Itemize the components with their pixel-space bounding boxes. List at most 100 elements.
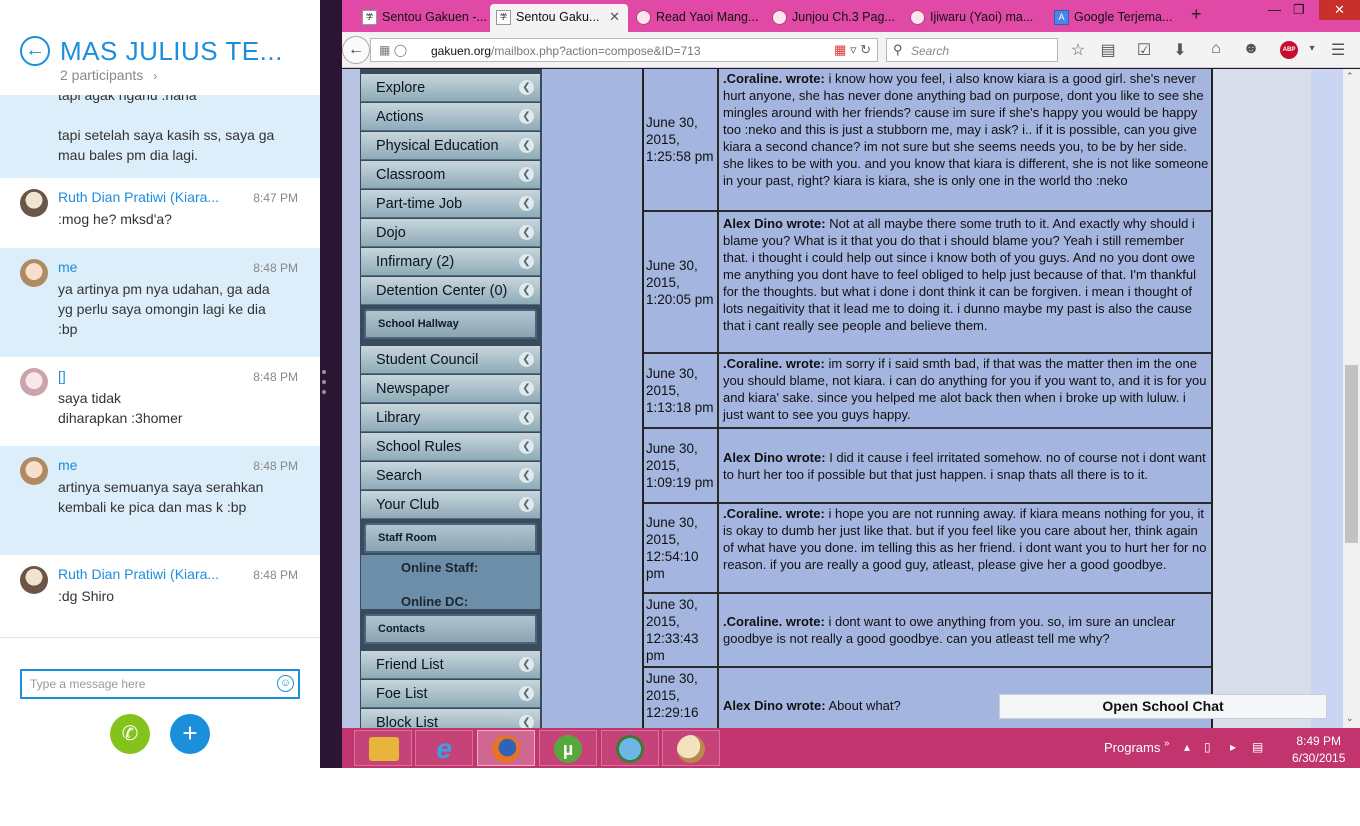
taskbar-paint[interactable] (662, 730, 720, 766)
browser-tab[interactable]: Ijiwaru (Yaoi) ma... (904, 4, 1046, 32)
add-button[interactable]: + (170, 714, 210, 754)
scroll-up-icon[interactable]: ⌃ (1346, 71, 1354, 82)
action-center-icon[interactable]: ▯ (1204, 740, 1211, 754)
menu-search[interactable]: Search ❮ (361, 462, 540, 490)
browser-tab[interactable]: Read Yaoi Mang... (630, 4, 764, 32)
minimize-icon[interactable]: — (1268, 2, 1281, 17)
menu-library[interactable]: Library ❮ (361, 404, 540, 432)
programs-toolbar[interactable]: Programs » (1104, 738, 1170, 755)
taskbar-firefox[interactable] (477, 730, 535, 766)
taskbar-internet-explorer[interactable]: e (415, 730, 473, 766)
menu-physical-education[interactable]: Physical Education ❮ (361, 132, 540, 160)
conversation-title[interactable]: MAS JULIUS TE... (60, 36, 283, 67)
chat-icon[interactable]: ☻ (1241, 40, 1261, 58)
mail-author[interactable]: Alex Dino wrote: (723, 698, 826, 713)
menu-explore[interactable]: Explore ❮ (361, 74, 540, 102)
identity-icons[interactable]: ▦ ◯ (379, 43, 407, 57)
pocket-icon[interactable]: ☑ (1134, 40, 1154, 60)
message-time: 8:48 PM (253, 568, 298, 582)
new-tab-icon[interactable]: + (1191, 4, 1202, 25)
message-line: :dg Shiro (58, 588, 115, 604)
mail-author[interactable]: Alex Dino wrote: (723, 450, 826, 465)
message-item: me 8:48 PM ya artinya pm nya udahan, ga … (0, 248, 320, 357)
adblock-icon[interactable]: ABP (1280, 41, 1298, 59)
taskbar-utorrent[interactable]: µ (539, 730, 597, 766)
bookmarks-menu-icon[interactable]: ▤ (1098, 40, 1118, 60)
chevron-left-icon: ❮ (519, 109, 534, 124)
home-icon[interactable]: ⌂ (1206, 40, 1226, 58)
network-icon[interactable]: ▤ (1252, 740, 1263, 754)
close-tab-icon[interactable]: ✕ (609, 9, 620, 25)
scroll-down-icon[interactable]: ⌄ (1346, 713, 1354, 724)
search-bar[interactable]: ⚲ Search (886, 38, 1058, 62)
back-icon[interactable]: ← (342, 36, 370, 64)
taskbar-network-app[interactable] (601, 730, 659, 766)
menu-hamburger-icon[interactable]: ☰ (1328, 40, 1348, 60)
menu-student-council[interactable]: Student Council ❮ (361, 346, 540, 374)
menu-foe-list[interactable]: Foe List ❮ (361, 680, 540, 708)
close-window-icon[interactable]: ✕ (1319, 0, 1360, 20)
menu-classroom[interactable]: Classroom ❮ (361, 161, 540, 189)
system-clock[interactable]: 8:49 PM 6/30/2015 (1292, 733, 1345, 767)
browser-tab-active[interactable]: 学 Sentou Gaku... ✕ (490, 4, 628, 32)
avatar[interactable] (20, 566, 48, 594)
message-line (58, 105, 288, 125)
menu-part-time-job[interactable]: Part-time Job ❮ (361, 190, 540, 218)
avatar[interactable] (20, 368, 48, 396)
mail-author[interactable]: .Coraline. wrote: (723, 356, 825, 371)
open-school-chat-button[interactable]: Open School Chat (999, 694, 1327, 719)
scrollbar-thumb[interactable] (1345, 365, 1358, 543)
chevron-left-icon: ❮ (519, 686, 534, 701)
menu-your-club[interactable]: Your Club ❮ (361, 491, 540, 519)
menu-newspaper[interactable]: Newspaper ❮ (361, 375, 540, 403)
menu-infirmary[interactable]: Infirmary (2) ❮ (361, 248, 540, 276)
volume-icon[interactable]: ▸ (1230, 740, 1236, 754)
mail-body: .Coraline. wrote: im sorry if i said smt… (721, 354, 1211, 427)
page-scrollbar[interactable]: ⌃ ⌄ (1343, 69, 1360, 728)
mail-author[interactable]: Alex Dino wrote: (723, 216, 826, 231)
emoticon-icon[interactable]: ☺ (277, 675, 294, 692)
bookmark-star-icon[interactable]: ☆ (1068, 40, 1088, 60)
url-bar[interactable]: ▦ ◯ gakuen.org/mailbox.php?action=compos… (370, 38, 878, 62)
section-contacts[interactable]: Contacts (364, 614, 537, 644)
participants-link[interactable]: 2 participants › (60, 67, 157, 83)
message-item: Ruth Dian Pratiwi (Kiara... 8:47 PM :mog… (0, 178, 320, 248)
menu-label: Library (376, 410, 421, 426)
addon-icon: ▦ (834, 42, 847, 57)
section-staff-room[interactable]: Staff Room (364, 523, 537, 553)
message-line: tapi setelah saya kasih ss, saya ga mau … (58, 127, 275, 163)
back-arrow-icon[interactable]: ← (20, 36, 50, 66)
menu-actions[interactable]: Actions ❮ (361, 103, 540, 131)
mail-body: Alex Dino wrote: I did it cause i feel i… (721, 429, 1211, 502)
mail-body: .Coraline. wrote: i know how you feel, i… (721, 69, 1211, 210)
downloads-icon[interactable]: ⬇ (1170, 40, 1190, 60)
pane-splitter-handle[interactable] (322, 370, 328, 400)
game-sidebar: Explore ❮ Actions ❮ Physical Education ❮ Cl… (360, 69, 542, 728)
browser-tab[interactable]: 学 Sentou Gakuen -... (356, 4, 488, 32)
menu-detention-center[interactable]: Detention Center (0) ❮ (361, 277, 540, 305)
menu-school-rules[interactable]: School Rules ❮ (361, 433, 540, 461)
avatar[interactable] (20, 457, 48, 485)
menu-friend-list[interactable]: Friend List ❮ (361, 651, 540, 679)
section-school-hallway[interactable]: School Hallway (364, 309, 537, 339)
adblock-dropdown-icon[interactable]: ▾ (1302, 43, 1322, 54)
mail-author[interactable]: .Coraline. wrote: (723, 71, 825, 86)
message-list[interactable]: tapi agak nganu :haha tapi setelah saya … (0, 95, 320, 637)
avatar[interactable] (20, 259, 48, 287)
mail-author[interactable]: .Coraline. wrote: (723, 614, 825, 629)
taskbar-file-explorer[interactable] (354, 730, 412, 766)
browser-tab[interactable]: Junjou Ch.3 Pag... (766, 4, 902, 32)
menu-block-list[interactable]: Block List ❮ (361, 709, 540, 728)
mail-author[interactable]: .Coraline. wrote: (723, 506, 825, 521)
skype-panel: ← MAS JULIUS TE... 2 participants › tapi … (0, 0, 320, 826)
show-hidden-icons-icon[interactable]: ▴ (1184, 740, 1190, 754)
message-time: 8:48 PM (253, 459, 298, 473)
call-button[interactable]: ✆ (110, 714, 150, 754)
url-bar-actions[interactable]: ▦ ▿ ↻ (834, 42, 871, 58)
message-input[interactable]: Type a message here (20, 669, 300, 699)
menu-dojo[interactable]: Dojo ❮ (361, 219, 540, 247)
maximize-icon[interactable]: ❐ (1293, 2, 1305, 18)
browser-tab[interactable]: A Google Terjema... (1048, 4, 1186, 32)
avatar[interactable] (20, 189, 48, 217)
chevron-left-icon: ❮ (519, 439, 534, 454)
